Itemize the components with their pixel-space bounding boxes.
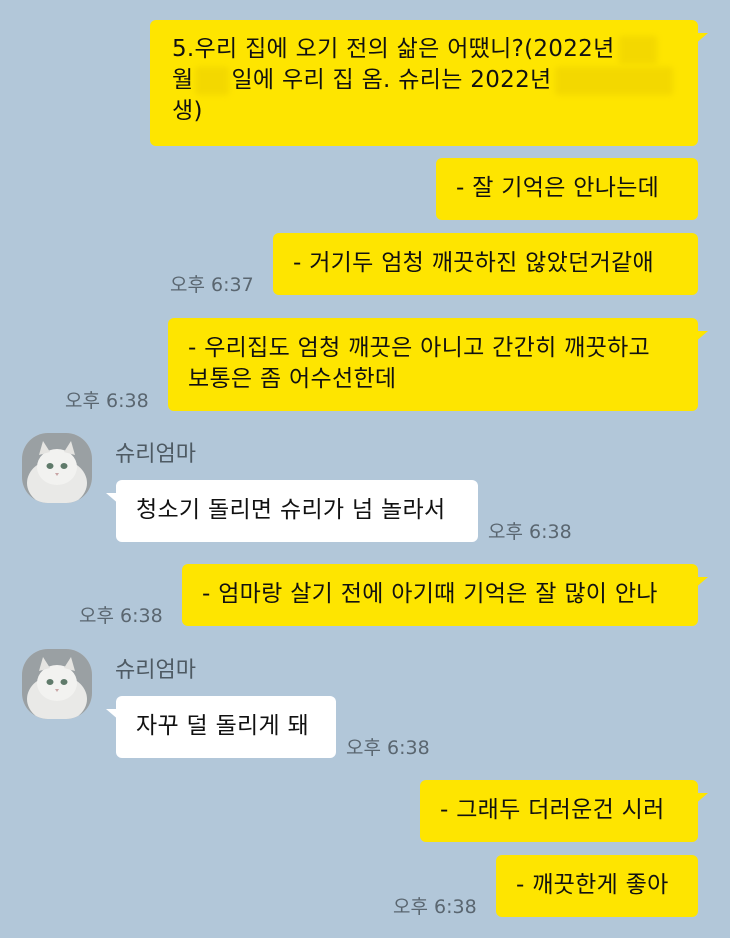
sender-name: 슈리엄마 [115, 658, 196, 683]
message-text: - 엄마랑 살기 전에 아기때 기억은 잘 많이 안나 [202, 581, 658, 607]
redacted-date [555, 66, 674, 95]
sender-name: 슈리엄마 [115, 442, 196, 467]
message-text: - 그래두 더러운건 시러 [440, 797, 665, 823]
message-bubble-6[interactable]: - 엄마랑 살기 전에 아기때 기억은 잘 많이 안나 [182, 564, 708, 626]
message-bubble-9[interactable]: - 깨끗한게 좋아 [496, 855, 698, 917]
message-text: 청소기 돌리면 슈리가 넘 놀라서 [136, 497, 446, 523]
message-text: - 잘 기억은 안나는데 [456, 175, 660, 201]
message-timestamp: 오후 6:37 [170, 274, 254, 296]
message-bubble-4[interactable]: - 우리집도 엄청 깨끗은 아니고 간간히 깨끗하고 보통은 좀 어수선한데 [168, 318, 708, 411]
message-timestamp: 오후 6:38 [65, 390, 149, 412]
message-bubble-5[interactable]: 청소기 돌리면 슈리가 넘 놀라서 [106, 480, 478, 542]
message-timestamp: 오후 6:38 [393, 896, 477, 918]
message-bubble-3[interactable]: - 거기두 엄청 깨끗하진 않았던거같애 [273, 233, 698, 295]
message-bubble-1[interactable]: 5.우리 집에 오기 전의 삶은 어땠니?(2022년 월 일에 우리 집 옴. … [150, 20, 708, 146]
message-text-line: 보통은 좀 어수선한데 [188, 366, 397, 392]
message-text-line: 생) [172, 98, 203, 124]
message-text-line: 5.우리 집에 오기 전의 삶은 어땠니?(2022년 [172, 34, 676, 65]
redacted-date [618, 35, 657, 64]
message-bubble-2[interactable]: - 잘 기억은 안나는데 [436, 158, 698, 220]
message-text-line: 월 일에 우리 집 옴. 슈리는 2022년 [172, 65, 676, 96]
sender-avatar[interactable] [22, 433, 92, 503]
sender-avatar[interactable] [22, 649, 92, 719]
cat-avatar-icon [22, 649, 92, 719]
message-text: 자꾸 덜 돌리게 돼 [136, 713, 310, 739]
message-timestamp: 오후 6:38 [488, 521, 572, 543]
cat-avatar-icon [22, 433, 92, 503]
redacted-date [195, 66, 230, 95]
message-text-line: - 우리집도 엄청 깨끗은 아니고 간간히 깨끗하고 [188, 335, 651, 361]
message-text: - 거기두 엄청 깨끗하진 않았던거같애 [293, 250, 654, 276]
message-bubble-7[interactable]: 자꾸 덜 돌리게 돼 [106, 696, 336, 758]
message-timestamp: 오후 6:38 [346, 737, 430, 759]
message-timestamp: 오후 6:38 [79, 605, 163, 627]
message-text: - 깨끗한게 좋아 [516, 872, 669, 898]
message-bubble-8[interactable]: - 그래두 더러운건 시러 [420, 780, 708, 842]
